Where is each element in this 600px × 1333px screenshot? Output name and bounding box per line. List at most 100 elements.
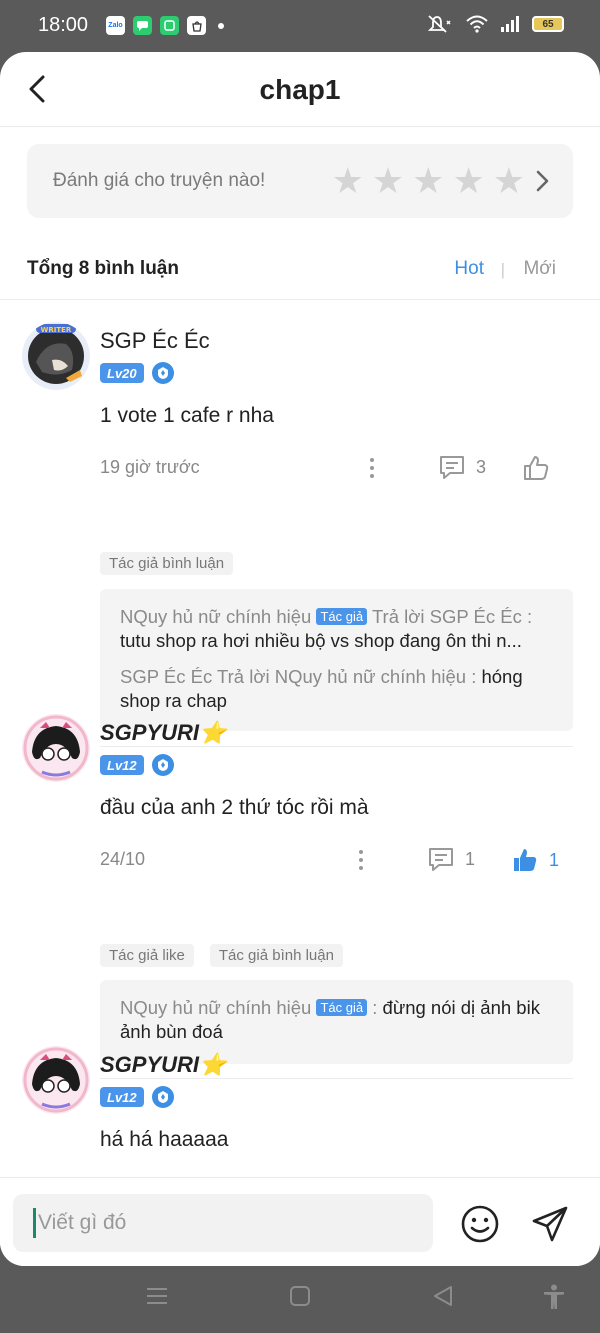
avatar[interactable]	[22, 1046, 90, 1114]
notification-icons: Zalo	[106, 16, 224, 35]
sort-new-tab[interactable]: Mới	[523, 258, 556, 280]
divider	[100, 746, 573, 747]
reply-count: 3	[476, 456, 487, 477]
reply-button[interactable]: 1	[427, 846, 475, 872]
header: chap1	[0, 52, 600, 127]
hangouts-icon	[160, 16, 179, 35]
star-icon[interactable]: ★	[452, 163, 484, 199]
star-icon[interactable]: ★	[332, 163, 364, 199]
reply-item[interactable]: SGP Éc Éc Trả lời NQuy hủ nữ chính hiệu …	[120, 665, 553, 713]
replies-box[interactable]: NQuy hủ nữ chính hiệu Tác giả Trả lời SG…	[100, 589, 573, 731]
level-badge: Lv12	[100, 1087, 144, 1107]
comment-time: 19 giờ trước	[100, 457, 200, 477]
signal-icon	[501, 16, 519, 32]
avatar[interactable]: WRITER	[22, 322, 90, 390]
reply-sep: :	[466, 666, 477, 687]
comment-time: 24/10	[100, 849, 146, 869]
emoji-button[interactable]	[460, 1204, 500, 1249]
comment-icon	[440, 456, 464, 479]
status-time: 18:00	[38, 14, 89, 36]
page-title: chap1	[259, 74, 341, 105]
rating-box[interactable]: Đánh giá cho truyện nào! ★ ★ ★ ★ ★	[27, 144, 573, 218]
reply-from[interactable]: NQuy hủ nữ chính hiệu	[120, 606, 311, 627]
thumbs-up-filled-icon	[514, 849, 537, 871]
reply-sep: :	[367, 997, 378, 1018]
username[interactable]: SGPYURI⭐	[100, 1052, 226, 1078]
more-options-icon[interactable]	[362, 454, 382, 482]
tag-author-commented: Tác giả bình luận	[209, 944, 343, 967]
shield-icon	[151, 754, 174, 776]
app-screen: chap1 Đánh giá cho truyện nào! ★ ★ ★ ★ ★…	[0, 52, 600, 1266]
shopee-icon	[187, 16, 206, 35]
reply-count: 1	[465, 848, 476, 869]
status-bar: 18:00 Zalo 65	[0, 0, 600, 52]
user-badges: Lv20	[100, 362, 174, 384]
total-comments: Tổng 8 bình luận	[27, 258, 179, 279]
send-button[interactable]	[530, 1204, 570, 1249]
author-badge: Tác giả	[316, 608, 368, 625]
comment-input[interactable]: Viết gì đó	[13, 1194, 433, 1252]
like-button[interactable]	[522, 454, 550, 482]
reply-verb: Trả lời	[371, 606, 425, 627]
accessibility-button[interactable]	[542, 1284, 566, 1315]
input-placeholder: Viết gì đó	[38, 1211, 127, 1234]
reply-to[interactable]: NQuy hủ nữ chính hiệu	[275, 666, 466, 687]
tag-author-commented: Tác giả bình luận	[100, 552, 234, 575]
reply-body: tutu shop ra hơi nhiều bộ vs shop đang ô…	[120, 630, 522, 651]
comment-input-bar: Viết gì đó	[0, 1177, 600, 1266]
avatar[interactable]	[22, 714, 90, 782]
menu-icon	[147, 1288, 167, 1304]
divider	[100, 1078, 573, 1079]
more-options-icon[interactable]	[351, 846, 371, 874]
reply-from[interactable]: NQuy hủ nữ chính hiệu	[120, 997, 311, 1018]
shield-icon	[151, 362, 174, 384]
thumbs-up-icon	[524, 456, 549, 480]
comment-summary: Tổng 8 bình luận Hot | Mới	[0, 248, 600, 300]
accessibility-icon	[544, 1284, 564, 1309]
reply-from[interactable]: SGP Éc Éc	[120, 666, 212, 687]
zalo-icon: Zalo	[106, 16, 125, 35]
chevron-right-icon[interactable]	[535, 170, 549, 192]
sort-hot-tab[interactable]: Hot	[454, 258, 484, 280]
username[interactable]: SGP Éc Éc	[100, 328, 210, 354]
reply-to[interactable]: SGP Éc Éc	[430, 606, 522, 627]
messages-icon	[133, 16, 152, 35]
home-button[interactable]	[288, 1284, 312, 1313]
send-icon	[532, 1206, 568, 1242]
rating-stars[interactable]: ★ ★ ★ ★ ★	[332, 163, 525, 199]
tag-author-liked: Tác giả like	[100, 944, 194, 967]
star-icon[interactable]: ★	[412, 163, 444, 199]
comment-meta: 19 giờ trước 3	[100, 454, 572, 484]
username[interactable]: SGPYURI⭐	[100, 720, 226, 746]
more-notifications-dot	[218, 22, 224, 29]
star-icon[interactable]: ★	[493, 163, 525, 199]
status-icons: 65	[428, 14, 564, 34]
reply-verb: Trả lời	[217, 666, 270, 687]
reply-button[interactable]: 3	[438, 454, 486, 480]
mute-icon	[428, 15, 451, 33]
comment-text: há há haaaaa	[100, 1128, 229, 1151]
recent-apps-button[interactable]	[145, 1284, 169, 1313]
user-badges: Lv12	[100, 754, 174, 776]
emoji-icon	[461, 1205, 499, 1243]
reply-item[interactable]: NQuy hủ nữ chính hiệu Tác giả Trả lời SG…	[120, 605, 553, 653]
like-count: 1	[549, 849, 560, 870]
system-nav-bar	[0, 1266, 600, 1333]
comment-icon	[429, 848, 453, 871]
star-icon[interactable]: ★	[372, 163, 404, 199]
comment-meta: 24/10 1 1	[100, 846, 572, 876]
like-button[interactable]: 1	[511, 846, 559, 874]
battery-level: 65	[542, 18, 554, 30]
user-badges: Lv12	[100, 1086, 174, 1108]
author-badge: Tác giả	[316, 999, 368, 1016]
shield-icon	[151, 1086, 174, 1108]
rating-prompt: Đánh giá cho truyện nào!	[53, 170, 266, 191]
home-square-icon	[290, 1286, 310, 1306]
back-nav-button[interactable]	[431, 1284, 455, 1313]
comment-tags: Tác giả like Tác giả bình luận	[100, 944, 343, 967]
reply-item[interactable]: NQuy hủ nữ chính hiệu Tác giả : đừng nói…	[120, 996, 553, 1044]
wifi-icon	[466, 15, 488, 33]
level-badge: Lv20	[100, 363, 144, 383]
svg-text:WRITER: WRITER	[41, 326, 72, 334]
triangle-back-icon	[434, 1286, 452, 1306]
